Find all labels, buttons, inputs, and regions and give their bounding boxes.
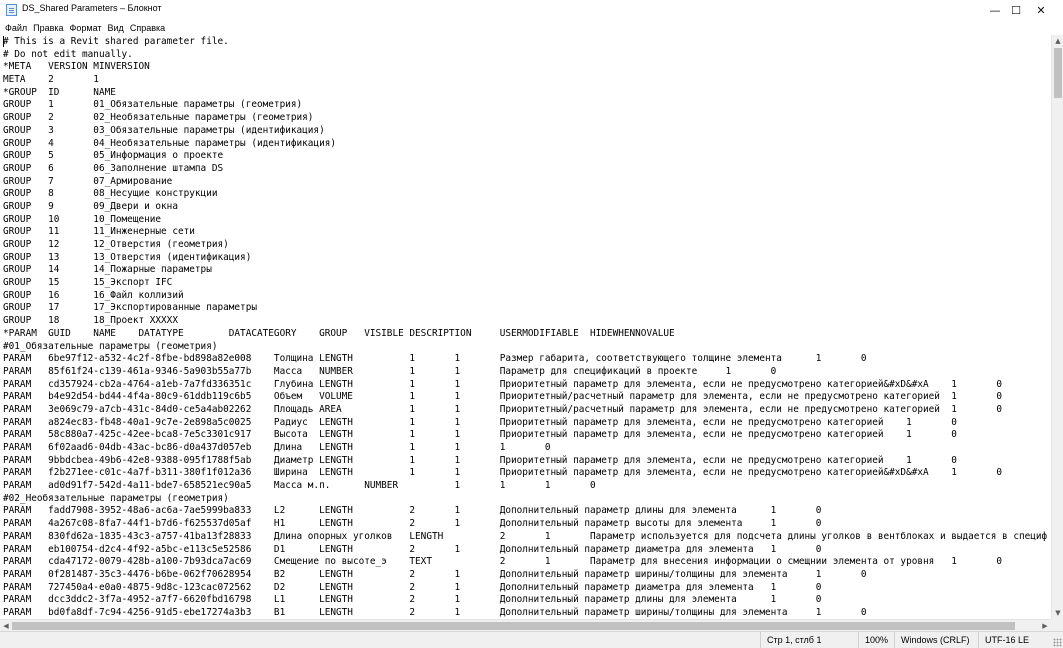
text-line: PARAM dcc3ddc2-3f7a-4952-a7f7-6620fbd167… <box>3 594 822 606</box>
text-line: GROUP 11 11_Инженерные сети <box>3 226 195 238</box>
text-line: PARAM f2b271ee-c01c-4a7f-b311-380f1f012a… <box>3 467 1003 479</box>
status-bar: Стр 1, стлб 1 100% Windows (CRLF) UTF-16… <box>0 631 1063 648</box>
text-line: GROUP 7 07_Армирование <box>3 175 173 187</box>
text-line: PARAM bd0fa8df-7c94-4256-91d5-ebe17274a3… <box>3 606 867 618</box>
menu-view[interactable]: Вид <box>105 23 127 33</box>
line-endings: Windows (CRLF) <box>894 632 978 648</box>
horizontal-scroll-thumb[interactable] <box>12 622 1015 630</box>
text-line: GROUP 6 06_Заполнение штампа DS <box>3 162 224 174</box>
text-line: *META VERSION MINVERSION <box>3 61 150 73</box>
menu-bar: Файл Правка Формат Вид Справка <box>0 20 1063 35</box>
menu-file[interactable]: Файл <box>2 23 30 33</box>
title-bar: DS_Shared Parameters – Блокнот — ☐ ✕ <box>0 0 1063 20</box>
text-line: GROUP 17 17_Экспортированные параметры <box>3 302 257 314</box>
resize-grip-icon[interactable] <box>1053 638 1062 647</box>
close-button[interactable]: ✕ <box>1019 0 1063 20</box>
text-line: PARAM a824ec83-fb48-40a1-9c7e-2e898a5c00… <box>3 416 957 428</box>
text-line: GROUP 13 13_Отверстия (идентификация) <box>3 251 252 263</box>
cursor-position: Стр 1, стлб 1 <box>760 632 858 648</box>
text-line: GROUP 4 04_Необязательные параметры (иде… <box>3 137 337 149</box>
vertical-scroll-thumb[interactable] <box>1054 48 1062 98</box>
text-line: PARAM 0f281487-35c3-4476-b6be-062f706289… <box>3 568 867 580</box>
text-line: # This is a Revit shared parameter file. <box>3 36 229 47</box>
text-line: GROUP 16 16_Файл коллизий <box>3 289 184 301</box>
text-line: PARAM cd357924-cb2a-4764-a1eb-7a7fd33635… <box>3 378 1003 390</box>
text-line: PARAM 4a267c08-8fa7-44f1-b7d6-f625537d05… <box>3 518 822 530</box>
text-line: GROUP 14 14_Пожарные параметры <box>3 264 212 276</box>
text-line: PARAM fadd7908-3952-48a6-ac6a-7ae5999ba8… <box>3 505 822 517</box>
text-line: GROUP 5 05_Информация о проекте <box>3 150 224 162</box>
text-line: GROUP 18 18_Проект XXXXX <box>3 315 178 327</box>
text-line: GROUP 3 03_Обязательные параметры (идент… <box>3 124 325 136</box>
text-line: GROUP 10 10_Помещение <box>3 213 162 225</box>
menu-format[interactable]: Формат <box>67 23 105 33</box>
text-caret <box>3 36 4 47</box>
text-line: GROUP 9 09_Двери и окна <box>3 200 178 212</box>
text-line: #01_Обязательные параметры (геометрия) <box>3 340 218 352</box>
text-line: PARAM b4e92d54-bd44-4f4a-80c9-61ddb119c6… <box>3 391 1003 403</box>
text-line: #02_Необязательные параметры (геометрия) <box>3 492 229 504</box>
text-line: PARAM eb100754-d2c4-4f92-a5bc-e113c5e525… <box>3 543 822 555</box>
scrollbar-corner <box>1051 619 1063 631</box>
text-line: GROUP 1 01_Обязательные параметры (геоме… <box>3 99 303 111</box>
text-line: PARAM 85f61f24-c139-461a-9346-5a903b55a7… <box>3 365 777 377</box>
text-line: # Do not edit manually. <box>3 48 133 60</box>
text-line: META 2 1 <box>3 74 99 86</box>
text-line: GROUP 12 12_Отверстия (геометрия) <box>3 239 229 250</box>
text-line: PARAM 727450a4-e0a0-4875-9d8c-123cac0725… <box>3 581 822 593</box>
text-editor[interactable]: # This is a Revit shared parameter file.… <box>0 35 1051 619</box>
menu-edit[interactable]: Правка <box>30 23 66 33</box>
menu-help[interactable]: Справка <box>127 23 168 33</box>
window-title: DS_Shared Parameters – Блокнот <box>22 3 162 13</box>
text-line: PARAM cda47172-0079-428b-a100-7b93dca7ac… <box>3 556 1003 568</box>
text-line: PARAM 58c880a7-425c-42ee-bca8-7e5c3301c9… <box>3 429 957 441</box>
horizontal-scrollbar[interactable]: ◀ ▶ <box>0 619 1051 631</box>
editor-lines: # This is a Revit shared parameter file.… <box>3 36 1047 619</box>
text-line: PARAM ad0d91f7-542d-4a11-bde7-658521ec90… <box>3 480 596 492</box>
text-line: GROUP 15 15_Экспорт IFC <box>3 277 173 289</box>
vertical-scrollbar[interactable]: ▲ ▼ <box>1051 35 1063 619</box>
text-line: PARAM 6f02aad6-04db-43ac-bc86-d0a437d057… <box>3 442 551 453</box>
text-line: *GROUP ID NAME <box>3 86 116 98</box>
notepad-icon <box>6 4 17 16</box>
zoom-level: 100% <box>858 632 894 648</box>
text-line: PARAM 6be97f12-a532-4c2f-8fbe-bd898a82e0… <box>3 353 867 365</box>
scroll-up-icon[interactable]: ▲ <box>1052 35 1063 47</box>
text-line: PARAM 9bbdcbea-49b6-42e8-9388-095f1788f5… <box>3 454 957 466</box>
text-line: *PARAM GUID NAME DATATYPE DATACATEGORY G… <box>3 327 675 339</box>
text-line: PARAM 830fd62a-1835-43c3-a757-41ba13f288… <box>3 530 1048 542</box>
encoding: UTF-16 LE <box>978 632 1063 648</box>
text-line: GROUP 2 02_Необязательные параметры (гео… <box>3 112 314 124</box>
text-line: GROUP 8 08_Несущие конструкции <box>3 188 218 200</box>
text-line: PARAM 3e069c79-a7cb-431c-84d0-ce5a4ab022… <box>3 403 1003 415</box>
scroll-down-icon[interactable]: ▼ <box>1052 607 1063 619</box>
